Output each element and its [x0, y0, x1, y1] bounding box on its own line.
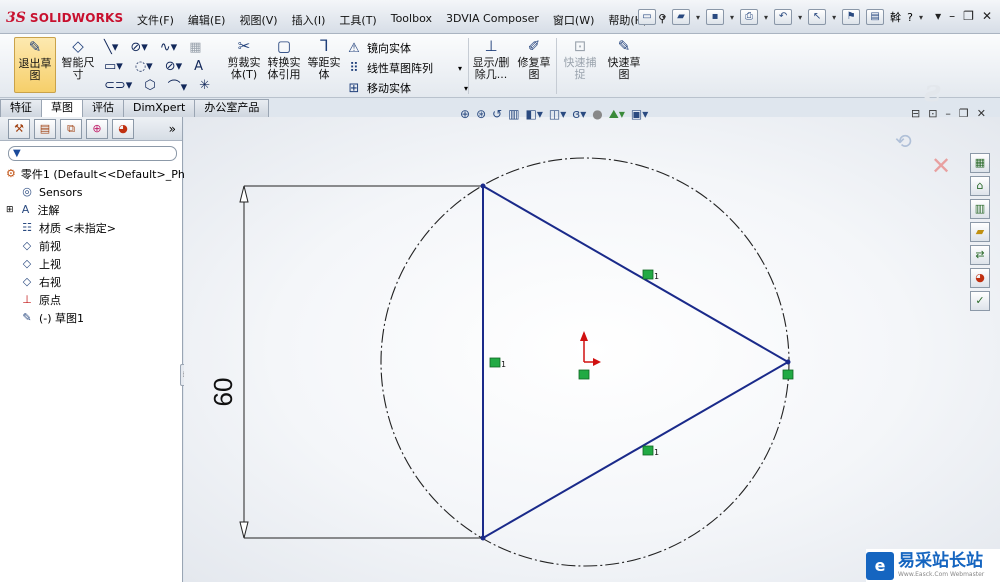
- relation-marker-label: 1: [654, 272, 659, 281]
- relation-marker-label: 1: [501, 360, 506, 369]
- site-watermark: e 易采站长站 Www.Easck.Com Webmaster: [866, 549, 1000, 582]
- watermark-cn: 易采站长站: [898, 551, 983, 571]
- relation-marker-upper[interactable]: 1: [642, 269, 659, 281]
- relation-marker-label: 1: [654, 448, 659, 457]
- relation-marker-lower[interactable]: 1: [642, 445, 659, 457]
- origin-y-arrow: [580, 331, 588, 341]
- sketch-triangle[interactable]: [482, 184, 791, 540]
- triangle-vertex-top[interactable]: [480, 183, 486, 189]
- origin-coincident-marker[interactable]: [578, 369, 590, 380]
- dimension-arrow-bottom: [239, 521, 249, 539]
- vertex-coincident-marker[interactable]: [782, 369, 794, 380]
- sketch-canvas: 60 1 1 1: [208, 157, 794, 567]
- triangle-vertex-right[interactable]: [785, 359, 791, 365]
- origin-x-arrow: [593, 358, 601, 366]
- triangle-vertex-bottom[interactable]: [480, 535, 486, 541]
- watermark-logo-icon: e: [866, 551, 894, 580]
- relation-marker-left[interactable]: 1: [489, 357, 506, 369]
- dimension-value[interactable]: 60: [208, 378, 238, 407]
- watermark-en: Www.Easck.Com Webmaster: [898, 571, 985, 578]
- dimension-arrow-top: [239, 185, 249, 203]
